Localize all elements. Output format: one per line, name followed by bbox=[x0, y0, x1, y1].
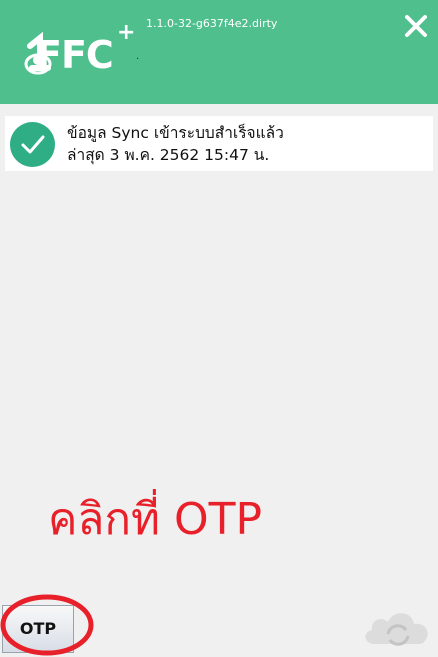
check-icon bbox=[21, 135, 45, 154]
logo-dot: . bbox=[136, 51, 140, 62]
instruction-text: คลิกที่ OTP bbox=[48, 494, 263, 545]
close-icon bbox=[405, 15, 427, 37]
sync-last-time: ล่าสุด 3 พ.ค. 2562 15:47 น. bbox=[67, 146, 270, 164]
cloud-sync-icon[interactable] bbox=[360, 604, 436, 648]
otp-button[interactable]: OTP bbox=[2, 605, 74, 653]
app-header: FFC + . 1.1.0-32-g637f4e2.dirty bbox=[0, 0, 438, 104]
sync-success-badge bbox=[10, 122, 55, 167]
logo-plus: + bbox=[117, 20, 136, 45]
close-button[interactable] bbox=[402, 12, 430, 40]
sync-status-card: ข้อมูล Sync เข้าระบบสำเร็จแล้ว ล่าสุด 3 … bbox=[5, 116, 433, 171]
app-version: 1.1.0-32-g637f4e2.dirty bbox=[146, 17, 278, 30]
logo-text: FFC bbox=[36, 33, 114, 77]
